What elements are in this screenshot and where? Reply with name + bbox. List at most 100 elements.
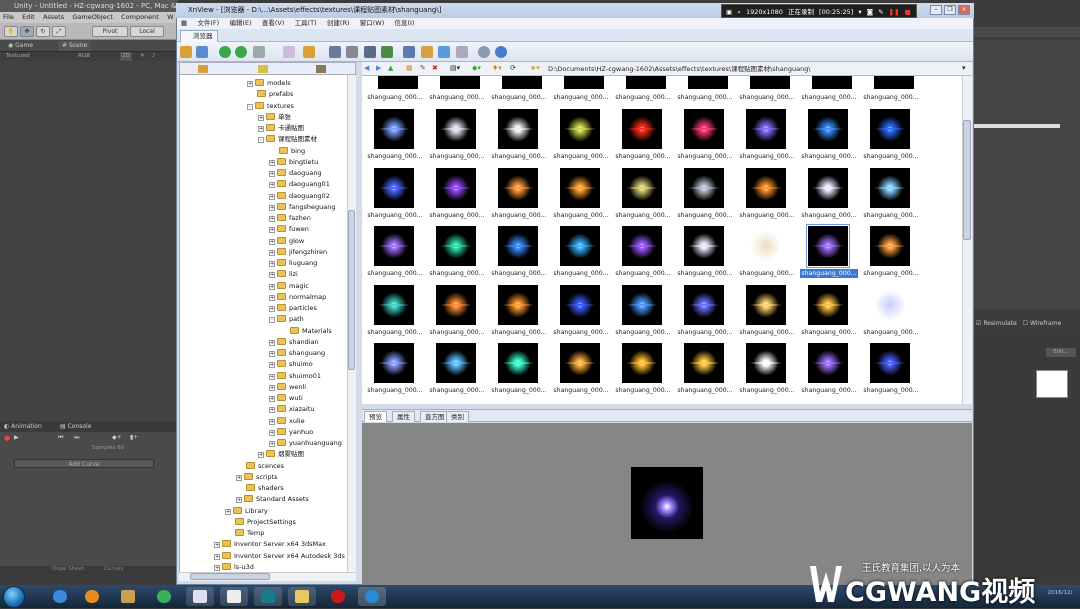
thumbnail-item[interactable]: shanguang_000... xyxy=(548,106,610,164)
thumbnail-item[interactable]: shanguang_000... xyxy=(734,106,796,164)
tree-item[interactable]: + normalmap xyxy=(269,292,326,303)
thumbnail-image[interactable] xyxy=(374,343,414,383)
thumbnail-image[interactable] xyxy=(746,167,786,208)
tree-item[interactable]: + fazhen xyxy=(269,213,311,224)
thumbnail-image[interactable] xyxy=(684,167,724,208)
tree-item[interactable]: + glow xyxy=(269,236,304,247)
categories-icon[interactable] xyxy=(316,65,326,73)
xv-menu-file[interactable]: 文件(F) xyxy=(197,19,219,27)
thumbnail-image[interactable] xyxy=(374,167,414,208)
tree-item[interactable]: + fangsheguang xyxy=(269,202,336,213)
thumbnail-item[interactable]: shanguang_000... xyxy=(362,223,424,281)
expand-icon[interactable]: + xyxy=(247,81,253,87)
refresh-icon[interactable]: ⟳ xyxy=(510,64,516,72)
expand-icon[interactable]: + xyxy=(269,306,275,312)
thumbnail-image[interactable] xyxy=(374,226,414,266)
thumbnail-item[interactable]: shanguang_000... xyxy=(486,223,548,281)
xv-menu-info[interactable]: 信息(I) xyxy=(394,19,414,27)
unity-menu-component[interactable]: Component xyxy=(121,13,159,21)
tree-item[interactable]: shaders xyxy=(236,483,284,494)
tree-item[interactable]: + yuanhuanguang xyxy=(269,438,342,449)
expand-icon[interactable]: + xyxy=(258,114,264,121)
thumbnail-image[interactable] xyxy=(622,226,662,266)
thumbnail-image[interactable] xyxy=(684,284,724,325)
thumbnail-image[interactable] xyxy=(808,343,848,383)
thumbnail-image[interactable] xyxy=(812,76,852,89)
tree-item[interactable]: bing xyxy=(269,146,305,157)
lighting-icon[interactable]: ☀ xyxy=(140,52,145,61)
thumbnail-image[interactable] xyxy=(436,226,476,266)
tree-item[interactable]: - textures xyxy=(247,101,294,112)
taskbar-recorder[interactable] xyxy=(324,587,352,606)
expand-icon[interactable]: + xyxy=(269,429,275,436)
tree-item[interactable]: - path xyxy=(269,314,304,325)
expand-icon[interactable]: + xyxy=(269,216,275,222)
forward-icon[interactable] xyxy=(235,46,247,58)
thumbnail-image[interactable] xyxy=(622,109,662,149)
thumbnail-item[interactable]: shanguang_000... xyxy=(486,106,548,164)
filter-icon[interactable]: ◆▾ xyxy=(472,64,481,72)
folders-icon[interactable] xyxy=(198,65,208,73)
resimulate-checkbox[interactable]: ☑ xyxy=(976,320,981,327)
thumbnail-image[interactable] xyxy=(622,284,662,325)
taskbar-ie[interactable] xyxy=(46,587,74,606)
expand-icon[interactable]: + xyxy=(269,407,275,414)
thumbnail-item[interactable]: shanguang_000... xyxy=(610,106,672,164)
thumbnail-image[interactable] xyxy=(498,109,538,149)
expand-icon[interactable]: + xyxy=(269,249,275,256)
thumbnail-image[interactable] xyxy=(436,343,476,383)
local-toggle[interactable]: Local xyxy=(130,26,164,37)
rotate-icon[interactable] xyxy=(253,46,265,58)
expand-icon[interactable]: + xyxy=(214,553,220,560)
taskbar-explorer[interactable] xyxy=(288,587,316,606)
slideshow-icon[interactable] xyxy=(381,46,393,58)
rgb-dropdown[interactable]: RGB xyxy=(78,52,90,61)
thumbnail-item[interactable]: shanguang_000... xyxy=(672,223,734,281)
thumbnail-item[interactable]: shanguang_000... xyxy=(362,165,424,223)
taskbar-unity[interactable] xyxy=(220,587,248,606)
unity-menu-assets[interactable]: Assets xyxy=(43,13,64,21)
close-icon[interactable]: × xyxy=(958,5,970,15)
magnifier-icon[interactable]: ⌕ xyxy=(737,8,741,16)
scale-tool-icon[interactable]: ⤢ xyxy=(52,26,66,37)
maximize-icon[interactable]: ❐ xyxy=(944,5,956,15)
thumbnail-image[interactable] xyxy=(870,167,910,208)
expand-icon[interactable]: + xyxy=(269,261,275,267)
tree-item[interactable]: prefabs xyxy=(247,89,293,100)
scan-icon[interactable] xyxy=(364,46,376,58)
thumbnail-image[interactable] xyxy=(746,284,786,325)
thumbnail-image[interactable] xyxy=(374,109,414,149)
start-button[interactable] xyxy=(3,586,25,608)
expand-icon[interactable]: + xyxy=(269,339,275,346)
thumbnail-image[interactable] xyxy=(498,343,538,383)
inspector-slider[interactable] xyxy=(974,124,1060,128)
tree-item[interactable]: + particles xyxy=(269,303,317,314)
thumbnail-item[interactable]: shanguang_000... xyxy=(424,282,486,340)
thumbnail-caption[interactable]: shanguang_000... xyxy=(862,93,920,102)
xv-menu-edit[interactable]: 编辑(E) xyxy=(229,19,251,27)
thumbnail-image[interactable] xyxy=(870,226,910,266)
tree-item[interactable]: + shandian xyxy=(269,337,319,348)
add-curve-button[interactable]: Add Curve xyxy=(14,459,154,468)
record-icon[interactable]: ● xyxy=(4,434,10,442)
tree-item[interactable]: + daoguang01 xyxy=(269,179,330,190)
thumbnail-item[interactable]: shanguang_000... xyxy=(424,340,486,398)
tree-item[interactable]: + Inventor Server x64 3dsMax xyxy=(214,539,326,550)
unity-menu-gameobject[interactable]: GameObject xyxy=(72,13,113,21)
xv-menu-create[interactable]: 创建(R) xyxy=(327,19,350,27)
expand-icon[interactable]: + xyxy=(269,418,275,425)
thumbnail-item[interactable]: shanguang_000... xyxy=(424,165,486,223)
xv-menu-tools[interactable]: 工具(T) xyxy=(295,19,317,27)
thumbnail-caption[interactable]: shanguang_000... xyxy=(428,93,486,102)
nav-up-icon[interactable]: ▲ xyxy=(388,64,393,72)
nav-forward-icon[interactable]: ▶ xyxy=(376,64,381,72)
nav-back-icon[interactable]: ◀ xyxy=(364,64,369,72)
thumbnail-item[interactable]: shanguang_000... xyxy=(362,340,424,398)
expand-icon[interactable]: + xyxy=(269,171,275,177)
thumbnail-image[interactable] xyxy=(688,76,728,89)
tree-item[interactable]: + jifengzhiren xyxy=(269,247,327,258)
collapse-icon[interactable]: - xyxy=(269,317,275,324)
thumbnail-image[interactable] xyxy=(874,76,914,89)
thumbnail-image[interactable] xyxy=(560,343,600,383)
thumbnail-image[interactable] xyxy=(502,76,542,89)
